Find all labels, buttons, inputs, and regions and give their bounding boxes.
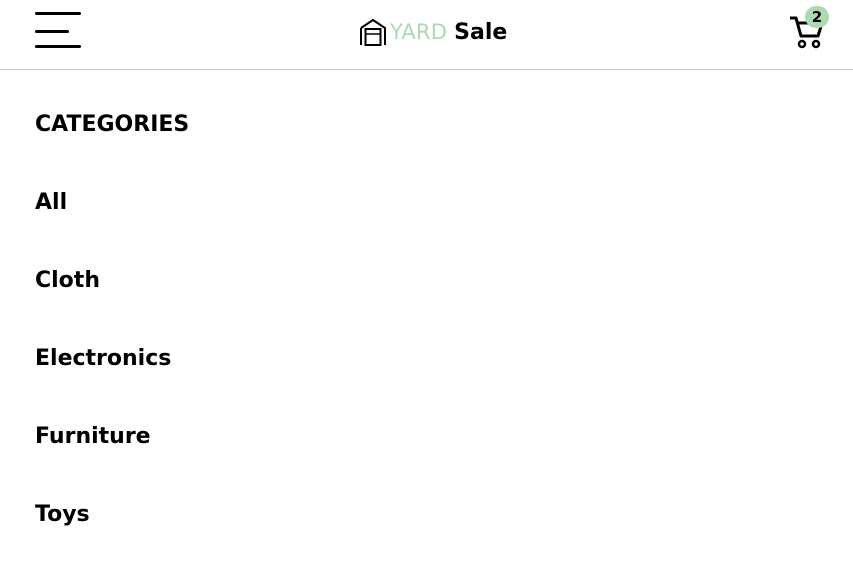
category-item-all[interactable]: All <box>35 186 189 220</box>
menu-icon[interactable] <box>35 12 81 50</box>
brand-logo[interactable]: YARD Sale <box>359 17 507 47</box>
category-item-cloth[interactable]: Cloth <box>35 264 189 298</box>
cart-count-badge: 2 <box>805 6 829 28</box>
brand-yard: YARD <box>390 20 448 44</box>
menu-line <box>35 45 81 48</box>
menu-line <box>35 30 69 33</box>
brand-sale: Sale <box>454 19 508 45</box>
category-item-furniture[interactable]: Furniture <box>35 420 189 454</box>
menu-line <box>35 12 81 15</box>
top-bar: YARD Sale 2 <box>0 0 853 70</box>
category-menu: CATEGORIES All Cloth Electronics Furnitu… <box>35 108 189 576</box>
cart-button[interactable]: 2 <box>789 6 833 52</box>
garage-icon <box>360 18 386 46</box>
category-item-electronics[interactable]: Electronics <box>35 342 189 376</box>
categories-heading: CATEGORIES <box>35 112 190 137</box>
category-item-toys[interactable]: Toys <box>35 498 189 532</box>
